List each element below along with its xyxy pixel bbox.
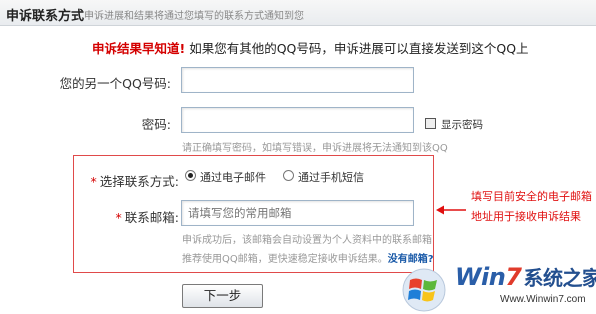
annotation-line-2: 地址用于接收申诉结果: [471, 210, 581, 223]
other-qq-input[interactable]: [181, 67, 414, 93]
sms-method-label[interactable]: 通过手机短信: [298, 169, 364, 185]
contact-method-label: * 选择联系方式:: [91, 171, 179, 190]
watermark-url: Www.Winwin7.com: [500, 294, 586, 305]
next-step-button[interactable]: 下一步: [182, 284, 263, 308]
email-label-text: 联系邮箱:: [124, 210, 179, 225]
show-password-label: 显示密码: [441, 119, 483, 131]
watermark-brand-prefix: Win: [455, 263, 506, 291]
no-mailbox-link[interactable]: 没有邮箱?: [388, 254, 434, 265]
notice-highlight: 申诉结果早知道!: [92, 41, 186, 56]
email-method-label[interactable]: 通过电子邮件: [200, 169, 266, 185]
watermark-brand-cn: 系统之家: [523, 266, 596, 290]
show-password-checkbox[interactable]: [425, 118, 436, 129]
email-hint-recommend-text: 推荐使用QQ邮箱，更快速稳定接收申诉结果。: [182, 254, 388, 265]
email-hint-recommend: 推荐使用QQ邮箱，更快速稳定接收申诉结果。没有邮箱?: [182, 250, 434, 265]
password-hint: 请正确填写密码，如填写错误，申诉进展将无法通知到该QQ: [182, 143, 448, 154]
email-method-radio[interactable]: [185, 170, 196, 181]
windows-logo-icon: [402, 268, 446, 312]
section-title: 申诉联系方式: [6, 9, 85, 24]
contact-method-text: 选择联系方式:: [99, 174, 179, 189]
sms-method-radio[interactable]: [283, 170, 294, 181]
required-mark: *: [115, 210, 122, 225]
annotation-callout: 填写目前安全的电子邮箱 地址用于接收申诉结果: [471, 187, 592, 227]
section-description: 申诉进展和结果将通过您填写的联系方式通知到您: [84, 11, 304, 22]
annotation-arrow-icon: [436, 205, 466, 215]
email-label: * 联系邮箱:: [116, 207, 179, 226]
email-hint-auto-set: 申诉成功后，该邮箱会自动设置为个人资料中的联系邮箱: [182, 235, 432, 246]
required-mark: *: [90, 174, 97, 189]
email-input[interactable]: [181, 200, 414, 226]
notice-text: 如果您有其他的QQ号码，申诉进展可以直接发送到这个QQ上: [189, 41, 529, 56]
notice-line: 申诉结果早知道! 如果您有其他的QQ号码，申诉进展可以直接发送到这个QQ上: [92, 38, 529, 57]
watermark-brand-seven: 7: [505, 263, 522, 291]
watermark-brand: Win7 系统之家: [455, 262, 596, 291]
password-input[interactable]: [181, 107, 414, 133]
section-header: 申诉联系方式 申诉进展和结果将通过您填写的联系方式通知到您: [0, 0, 596, 26]
other-qq-label: 您的另一个QQ号码:: [59, 76, 171, 91]
password-label: 密码:: [141, 117, 171, 132]
annotation-line-1: 填写目前安全的电子邮箱: [471, 190, 592, 203]
